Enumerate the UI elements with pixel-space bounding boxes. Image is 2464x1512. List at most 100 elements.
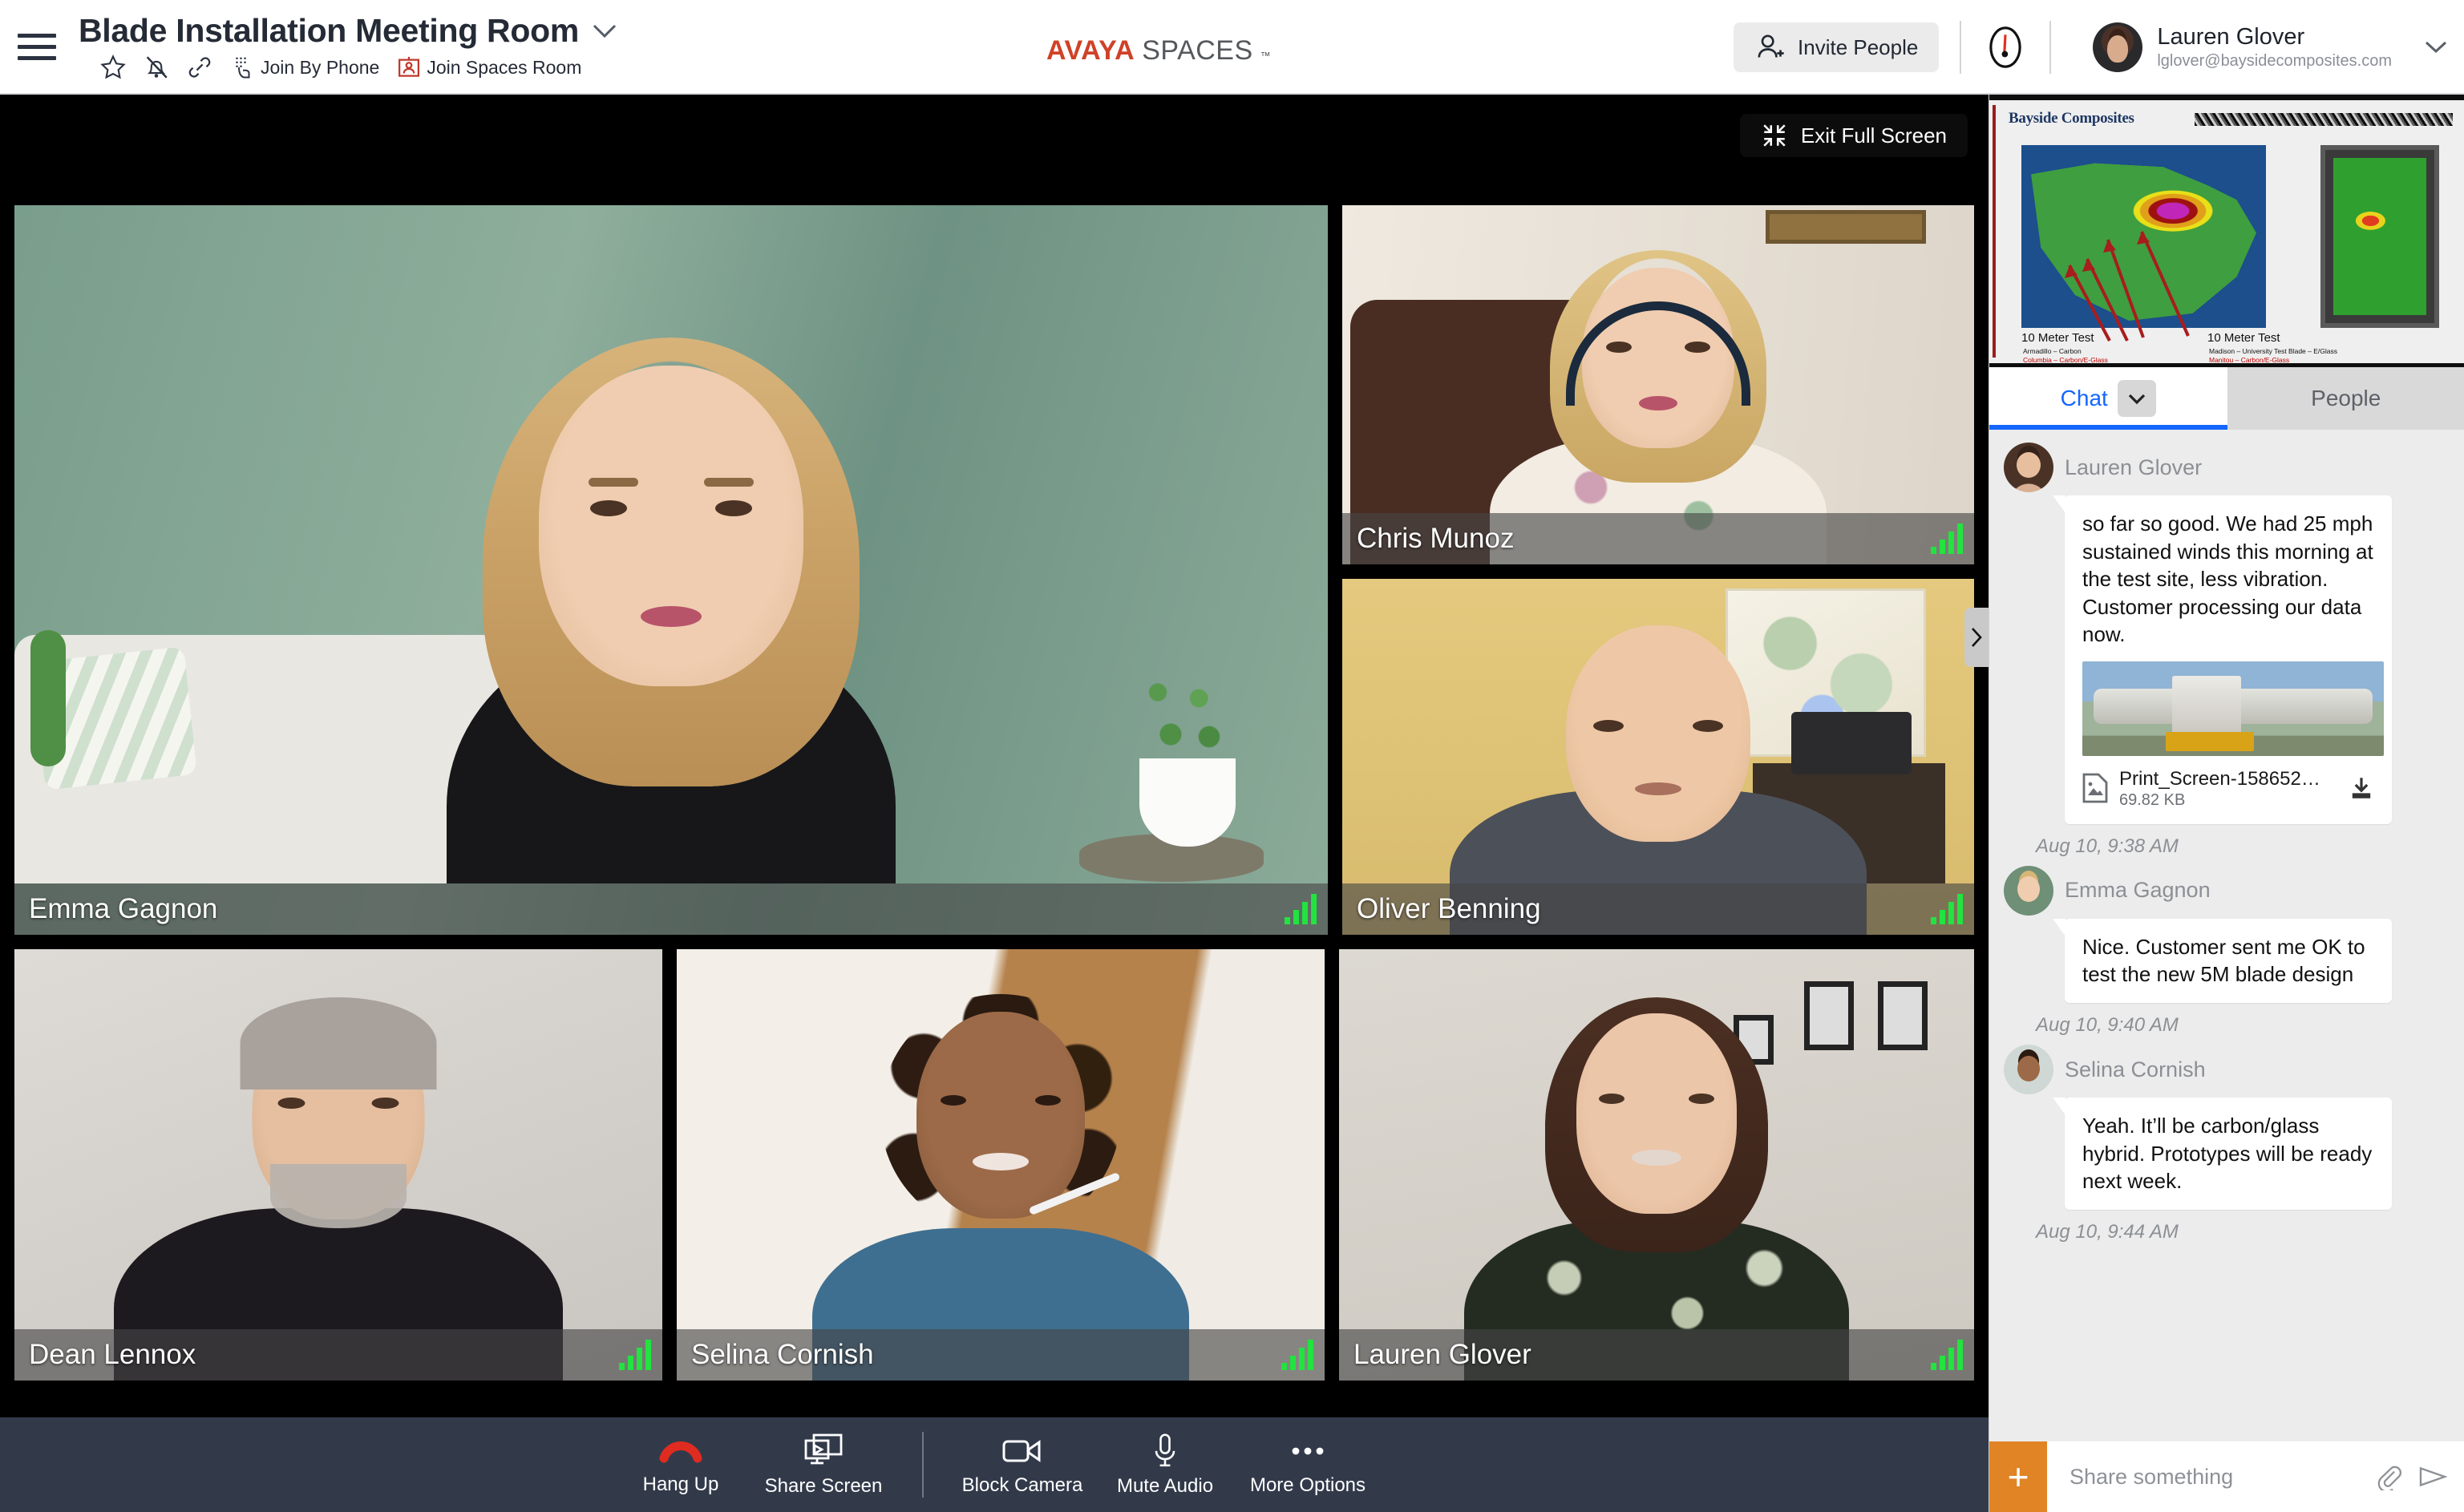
attachment-file-name: Print_Screen-158652… xyxy=(2119,767,2320,790)
join-by-phone-button[interactable]: Join By Phone xyxy=(229,54,379,81)
chevron-down-icon[interactable] xyxy=(2117,380,2156,417)
participant-tile-lauren-glover[interactable]: Lauren Glover xyxy=(1339,949,1974,1381)
user-menu[interactable]: Lauren Glover lglover@baysidecomposites.… xyxy=(2093,22,2448,72)
chat-message: Lauren Glover so far so good. We had 25 … xyxy=(1989,436,2464,859)
scene-cactus xyxy=(30,630,66,766)
tab-chat[interactable]: Chat xyxy=(1989,367,2227,430)
participant-tile-chris-munoz[interactable]: Chris Munoz xyxy=(1342,205,1974,564)
participant-tile-dean-lennox[interactable]: Dean Lennox xyxy=(14,949,662,1381)
annotation-arrows xyxy=(2065,231,2190,342)
header-divider-2 xyxy=(2049,21,2052,74)
participant-tile-emma-gagnon[interactable]: Emma Gagnon xyxy=(14,205,1328,935)
participant-name: Oliver Benning xyxy=(1357,893,1541,924)
chat-message-text: so far so good. We had 25 mph sustained … xyxy=(2082,511,2373,647)
slide-title: Bayside Composites xyxy=(2009,110,2134,127)
participant-name: Dean Lennox xyxy=(29,1339,196,1370)
controls-divider xyxy=(922,1432,924,1498)
participant-tile-selina-cornish[interactable]: Selina Cornish xyxy=(677,949,1325,1381)
carbon-fiber-graphic xyxy=(2195,113,2453,126)
invite-people-button[interactable]: Invite People xyxy=(1734,22,1940,72)
exit-full-screen-label: Exit Full Screen xyxy=(1800,123,1947,148)
join-by-phone-label: Join By Phone xyxy=(261,56,380,78)
participant-name-bar: Chris Munoz xyxy=(1342,513,1974,564)
scene-face xyxy=(1576,1013,1737,1214)
exit-full-screen-button[interactable]: Exit Full Screen xyxy=(1739,114,1968,157)
header-divider-1 xyxy=(1960,21,1962,74)
send-icon[interactable] xyxy=(2418,1463,2447,1490)
chat-timestamp: Aug 10, 9:44 AM xyxy=(2036,1220,2179,1243)
chat-message-list[interactable]: Lauren Glover so far so good. We had 25 … xyxy=(1989,430,2464,1427)
hang-up-button[interactable]: Hang Up xyxy=(609,1434,752,1496)
join-spaces-room-button[interactable]: Join Spaces Room xyxy=(395,54,581,81)
participant-name: Chris Munoz xyxy=(1357,523,1515,554)
share-something-input[interactable]: Share something xyxy=(2047,1441,2375,1512)
hang-up-icon xyxy=(659,1441,702,1462)
user-email: lglover@baysidecomposites.com xyxy=(2157,51,2392,70)
participant-name: Selina Cornish xyxy=(691,1339,874,1370)
slide-content: Bayside Composites 10 Meter Test Armadil… xyxy=(1993,105,2462,363)
microphone-icon xyxy=(1155,1433,1175,1466)
collapse-panel-button[interactable] xyxy=(1964,608,1989,667)
scene-picture-frame xyxy=(1878,981,1928,1050)
attachment-thumbnail[interactable] xyxy=(2082,661,2384,756)
block-camera-button[interactable]: Block Camera xyxy=(951,1433,1094,1497)
chevron-down-icon[interactable] xyxy=(592,23,617,39)
participant-name-bar: Selina Cornish xyxy=(677,1329,1325,1381)
logo-tm-mark: ™ xyxy=(1260,50,1271,62)
star-icon[interactable] xyxy=(99,54,127,81)
paperclip-icon[interactable] xyxy=(2375,1463,2402,1490)
add-attachment-button[interactable]: + xyxy=(1989,1441,2047,1512)
link-icon[interactable] xyxy=(186,54,213,81)
chat-bubble: Nice. Customer sent me OK to test the ne… xyxy=(2053,918,2392,1004)
share-input-placeholder: Share something xyxy=(2070,1464,2234,1489)
exit-full-screen-icon xyxy=(1763,124,1786,147)
participant-name-bar: Lauren Glover xyxy=(1339,1329,1974,1381)
dial-pad-icon xyxy=(229,54,257,81)
chat-message-header: Selina Cornish xyxy=(2004,1045,2447,1095)
share-screen-button[interactable]: Share Screen xyxy=(752,1433,895,1498)
chat-author-name: Emma Gagnon xyxy=(2065,878,2211,903)
chat-message-text: Nice. Customer sent me OK to test the ne… xyxy=(2082,934,2365,987)
header-action-bar: Join By Phone Join Spaces Room xyxy=(79,54,617,81)
shared-slide-thumbnail[interactable]: Bayside Composites 10 Meter Test Armadil… xyxy=(1989,95,2464,367)
chat-message-text: Yeah. It’ll be carbon/glass hybrid. Prot… xyxy=(2082,1114,2373,1194)
avatar xyxy=(2004,443,2053,492)
scene-face xyxy=(1566,625,1750,842)
chat-composer: + Share something xyxy=(1989,1441,2464,1512)
avatar xyxy=(2004,1045,2053,1095)
chevron-down-icon[interactable] xyxy=(2424,40,2448,55)
chat-message: Selina Cornish Yeah. It’ll be carbon/gla… xyxy=(1989,1038,2464,1245)
avatar xyxy=(2004,865,2053,916)
tab-people[interactable]: People xyxy=(2227,367,2464,430)
participant-name: Lauren Glover xyxy=(1353,1339,1531,1370)
participant-name: Emma Gagnon xyxy=(29,893,218,924)
participant-name-bar: Emma Gagnon xyxy=(14,883,1328,935)
user-name: Lauren Glover xyxy=(2157,24,2305,51)
more-options-button[interactable]: More Options xyxy=(1236,1433,1379,1497)
panel-tabs: Chat People xyxy=(1989,367,2464,430)
invite-people-label: Invite People xyxy=(1798,34,1919,59)
scene-hair xyxy=(240,997,437,1090)
composer-icon-group xyxy=(2375,1441,2464,1512)
signal-strength-icon xyxy=(619,1340,651,1370)
download-icon[interactable] xyxy=(2349,775,2374,801)
network-quality-gauge-icon[interactable] xyxy=(1982,24,2029,71)
scene-picture-frame xyxy=(1804,981,1854,1050)
scene-picture-frame xyxy=(1766,210,1926,244)
attachment-meta: Print_Screen-158652… 69.82 KB xyxy=(2082,767,2374,810)
bell-off-icon[interactable] xyxy=(143,54,170,81)
join-spaces-room-label: Join Spaces Room xyxy=(427,56,582,78)
camera-icon xyxy=(1002,1439,1041,1462)
signal-strength-icon xyxy=(1931,524,1963,554)
plus-icon: + xyxy=(2007,1456,2029,1498)
participant-tile-oliver-benning[interactable]: Oliver Benning xyxy=(1342,579,1974,935)
signal-strength-icon xyxy=(1931,894,1963,924)
attachment-text-block: Print_Screen-158652… 69.82 KB xyxy=(2119,767,2320,810)
block-camera-label: Block Camera xyxy=(961,1474,1083,1496)
add-person-icon xyxy=(1758,34,1784,58)
user-text: Lauren Glover lglover@baysidecomposites.… xyxy=(2157,24,2392,70)
mute-audio-button[interactable]: Mute Audio xyxy=(1094,1433,1236,1498)
share-screen-label: Share Screen xyxy=(764,1474,883,1497)
hamburger-menu-icon[interactable] xyxy=(18,29,63,64)
participant-name-bar: Oliver Benning xyxy=(1342,883,1974,935)
